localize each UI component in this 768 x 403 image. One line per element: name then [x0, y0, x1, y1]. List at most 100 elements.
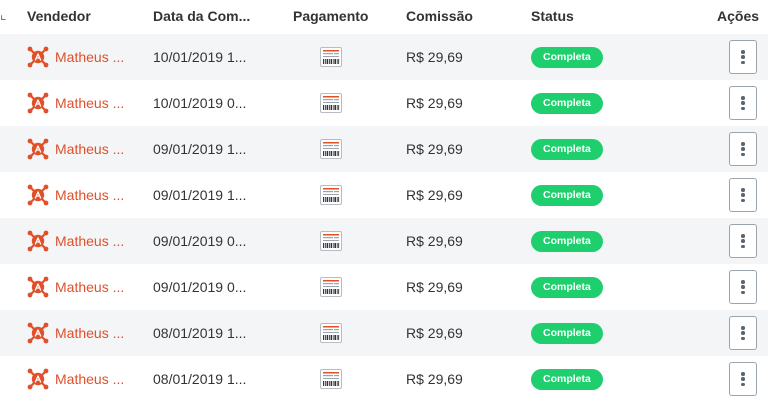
table-row[interactable]: Matheus ... 08/01/2019 1... R$ 29,69 Com…	[0, 356, 768, 402]
row-actions-button[interactable]	[729, 40, 757, 74]
column-header-acoes: Ações	[717, 8, 760, 24]
actions-cell	[729, 126, 757, 172]
status-cell: Completa	[531, 218, 603, 264]
table-row[interactable]: Matheus ... 09/01/2019 1... R$ 29,69 Com…	[0, 126, 768, 172]
vendor-cell[interactable]: Matheus ...	[27, 356, 124, 402]
date-cell: 08/01/2019 1...	[153, 371, 247, 387]
kebab-menu-icon	[741, 280, 745, 294]
row-actions-button[interactable]	[729, 86, 757, 120]
commission-cell: R$ 29,69	[406, 371, 463, 387]
vendor-cell[interactable]: Matheus ...	[27, 172, 124, 218]
vendor-name: Matheus ...	[55, 187, 125, 203]
kebab-menu-icon	[741, 142, 745, 156]
status-cell: Completa	[531, 126, 603, 172]
commission-cell: R$ 29,69	[406, 325, 463, 341]
vendor-cell[interactable]: Matheus ...	[27, 310, 124, 356]
vendor-logo-icon	[27, 184, 49, 206]
date-cell: 09/01/2019 1...	[153, 141, 247, 157]
commission-cell: R$ 29,69	[406, 187, 463, 203]
vendor-name: Matheus ...	[55, 49, 125, 65]
vendor-name: Matheus ...	[55, 279, 125, 295]
payment-cell	[320, 218, 342, 264]
status-cell: Completa	[531, 172, 603, 218]
column-header-comissao[interactable]: Comissão	[406, 8, 473, 24]
vendor-cell[interactable]: Matheus ...	[27, 218, 124, 264]
column-header-data[interactable]: Data da Com...	[153, 8, 250, 24]
vendor-name: Matheus ...	[55, 141, 125, 157]
payment-cell	[320, 80, 342, 126]
table-row[interactable]: Matheus ... 09/01/2019 0... R$ 29,69 Com…	[0, 218, 768, 264]
boleto-barcode-icon	[320, 47, 342, 67]
status-cell: Completa	[531, 264, 603, 310]
table-row[interactable]: Matheus ... 09/01/2019 0... R$ 29,69 Com…	[0, 264, 768, 310]
actions-cell	[729, 172, 757, 218]
status-badge: Completa	[531, 230, 603, 252]
commission-cell: R$ 29,69	[406, 233, 463, 249]
sort-indicator-icon: ⌞	[0, 6, 7, 22]
vendor-cell[interactable]: Matheus ...	[27, 34, 124, 80]
boleto-barcode-icon	[320, 93, 342, 113]
vendor-cell[interactable]: Matheus ...	[27, 80, 124, 126]
table-row[interactable]: Matheus ... 10/01/2019 0... R$ 29,69 Com…	[0, 80, 768, 126]
actions-cell	[729, 34, 757, 80]
row-actions-button[interactable]	[729, 132, 757, 166]
vendor-logo-icon	[27, 138, 49, 160]
kebab-menu-icon	[741, 372, 745, 386]
status-cell: Completa	[531, 310, 603, 356]
boleto-barcode-icon	[320, 139, 342, 159]
payment-cell	[320, 310, 342, 356]
status-badge: Completa	[531, 322, 603, 344]
vendor-logo-icon	[27, 230, 49, 252]
boleto-barcode-icon	[320, 369, 342, 389]
table-row[interactable]: Matheus ... 10/01/2019 1... R$ 29,69 Com…	[0, 34, 768, 80]
vendor-logo-icon	[27, 276, 49, 298]
vendor-name: Matheus ...	[55, 325, 125, 341]
commission-cell: R$ 29,69	[406, 49, 463, 65]
vendor-cell[interactable]: Matheus ...	[27, 126, 124, 172]
payment-cell	[320, 126, 342, 172]
vendor-logo-icon	[27, 92, 49, 114]
kebab-menu-icon	[741, 50, 745, 64]
column-header-pagamento[interactable]: Pagamento	[293, 8, 368, 24]
kebab-menu-icon	[741, 234, 745, 248]
vendor-name: Matheus ...	[55, 95, 125, 111]
row-actions-button[interactable]	[729, 316, 757, 350]
payment-cell	[320, 172, 342, 218]
vendor-cell[interactable]: Matheus ...	[27, 264, 124, 310]
date-cell: 09/01/2019 0...	[153, 233, 247, 249]
payment-cell	[320, 356, 342, 402]
column-header-status[interactable]: Status	[531, 8, 574, 24]
commission-cell: R$ 29,69	[406, 279, 463, 295]
row-actions-button[interactable]	[729, 362, 757, 396]
column-header-vendedor[interactable]: Vendedor	[27, 8, 91, 24]
vendor-logo-icon	[27, 322, 49, 344]
actions-cell	[729, 310, 757, 356]
date-cell: 10/01/2019 1...	[153, 49, 247, 65]
status-badge: Completa	[531, 276, 603, 298]
row-actions-button[interactable]	[729, 270, 757, 304]
boleto-barcode-icon	[320, 323, 342, 343]
commissions-table: ⌞ Vendedor Data da Com... Pagamento Comi…	[0, 0, 768, 403]
table-body: Matheus ... 10/01/2019 1... R$ 29,69 Com…	[0, 34, 768, 402]
commission-cell: R$ 29,69	[406, 141, 463, 157]
status-cell: Completa	[531, 356, 603, 402]
row-actions-button[interactable]	[729, 178, 757, 212]
actions-cell	[729, 80, 757, 126]
kebab-menu-icon	[741, 96, 745, 110]
vendor-name: Matheus ...	[55, 371, 125, 387]
payment-cell	[320, 264, 342, 310]
vendor-logo-icon	[27, 46, 49, 68]
status-badge: Completa	[531, 46, 603, 68]
kebab-menu-icon	[741, 326, 745, 340]
boleto-barcode-icon	[320, 231, 342, 251]
row-actions-button[interactable]	[729, 224, 757, 258]
table-header: ⌞ Vendedor Data da Com... Pagamento Comi…	[0, 0, 768, 34]
status-badge: Completa	[531, 368, 603, 390]
commission-cell: R$ 29,69	[406, 95, 463, 111]
table-row[interactable]: Matheus ... 08/01/2019 1... R$ 29,69 Com…	[0, 310, 768, 356]
status-cell: Completa	[531, 80, 603, 126]
date-cell: 10/01/2019 0...	[153, 95, 247, 111]
table-row[interactable]: Matheus ... 09/01/2019 1... R$ 29,69 Com…	[0, 172, 768, 218]
vendor-logo-icon	[27, 368, 49, 390]
status-badge: Completa	[531, 138, 603, 160]
